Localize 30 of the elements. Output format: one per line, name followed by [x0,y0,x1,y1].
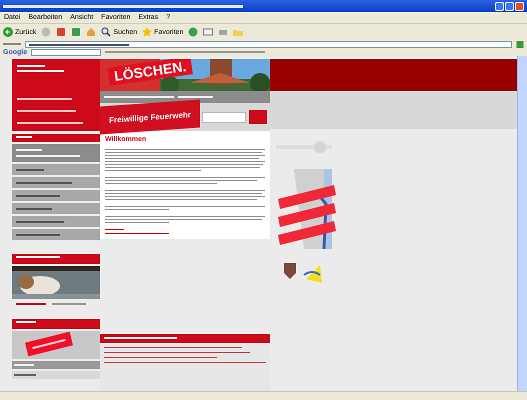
mail-icon[interactable] [203,27,214,37]
menu-item[interactable] [12,216,100,227]
list-item[interactable] [12,371,100,379]
address-field[interactable] [25,40,512,48]
menu-item[interactable] [12,190,100,201]
nav-link-drawing [178,96,213,98]
nav-link-drawing [104,96,174,98]
menu-link-drawing [17,110,76,112]
content-links-drawing [105,229,169,234]
site-search-field[interactable] [202,112,246,122]
back-arrow-icon [3,27,13,37]
sticker-text-drawing [32,338,66,350]
stop-icon[interactable] [56,27,66,37]
menu-link-drawing [17,98,72,100]
search-icon [101,27,112,37]
caption-link-drawing [16,303,46,305]
star-icon [142,27,152,37]
home-icon[interactable] [86,27,96,37]
close-icon[interactable] [515,2,524,10]
menu-text-drawing [16,149,80,157]
menu-item[interactable] [12,164,100,175]
menu-item[interactable] [12,203,100,214]
search-field[interactable] [31,48,102,56]
list-item[interactable] [12,361,100,369]
menu-item[interactable] [12,229,100,240]
menu-link-drawing [17,122,84,124]
logo-text-drawing [17,65,64,72]
scrollbar[interactable] [517,56,527,391]
sticker-button[interactable] [25,332,73,356]
menu-item[interactable] [12,177,100,188]
